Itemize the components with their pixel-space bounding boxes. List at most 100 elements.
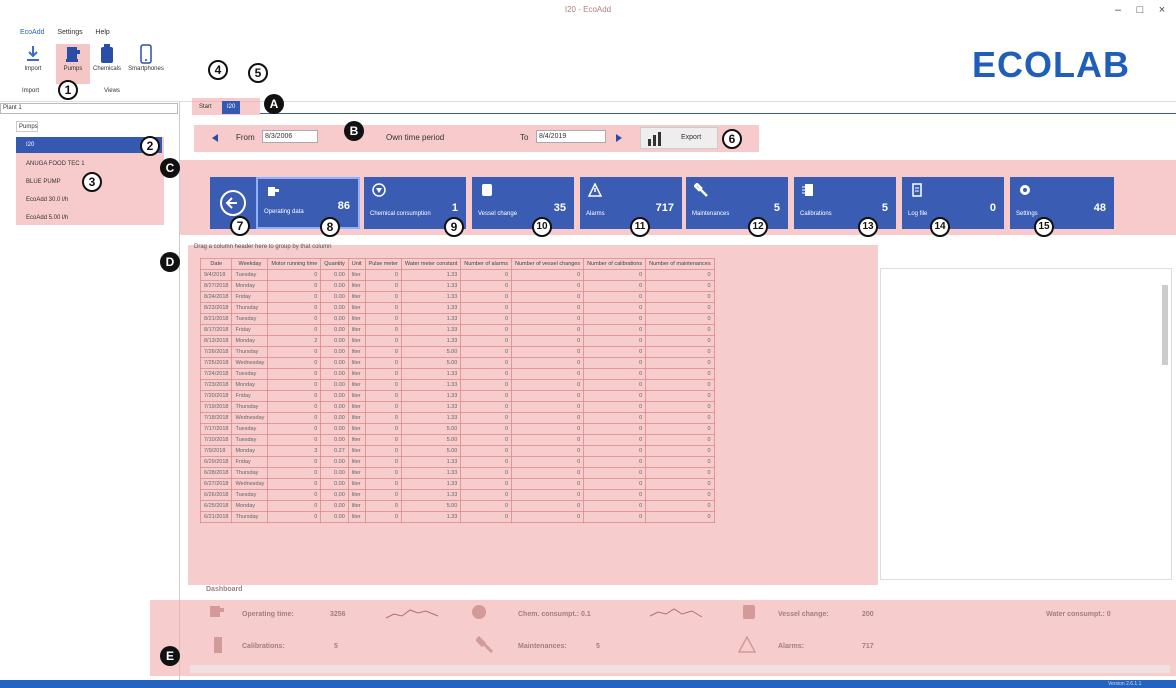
export-button[interactable]: Export: [640, 127, 718, 149]
pump-item[interactable]: ANUGA FOOD TEC 1: [16, 156, 96, 172]
table-cell: 0: [510, 368, 585, 380]
column-header[interactable]: Unit: [347, 258, 366, 270]
callout-7: 7: [230, 216, 250, 236]
column-header[interactable]: Number of alarms: [460, 258, 512, 270]
column-header[interactable]: Quantity: [320, 258, 349, 270]
import-button[interactable]: Import: [16, 44, 50, 84]
pumps-button[interactable]: Pumps: [56, 44, 90, 84]
table-row[interactable]: 7/25/2018 Wednesday 0 0.00 liter 0 5.00 0 0 0 0: [199, 357, 715, 369]
table-cell: 0: [460, 412, 512, 424]
table-cell: 0: [510, 379, 585, 391]
table-cell: 0: [510, 302, 585, 314]
tab-start[interactable]: Start: [194, 101, 217, 114]
maximize-button[interactable]: □: [1130, 4, 1150, 16]
prev-period-icon[interactable]: [210, 133, 220, 143]
table-cell: liter: [347, 434, 366, 446]
pump-icon: [210, 606, 224, 617]
tile-calibrations[interactable]: Calibrations 5: [794, 177, 896, 229]
table-cell: 0: [364, 280, 402, 292]
alarms-value: 717: [862, 643, 874, 650]
table-row[interactable]: 6/26/2018 Tuesday 0 0.00 liter 0 1.33 0 0 0 0: [199, 489, 715, 501]
column-header[interactable]: Pulse meter: [364, 258, 402, 270]
table-cell: Thursday: [231, 401, 269, 413]
horizontal-scrollbar[interactable]: [190, 665, 1170, 673]
table-row[interactable]: 8/27/2018 Monday 0 0.00 liter 0 1.33 0 0 0 0: [199, 280, 715, 292]
table-row[interactable]: 6/27/2018 Wednesday 0 0.00 liter 0 1.33 0 0 0 0: [199, 478, 715, 490]
table-cell: 0: [364, 368, 402, 380]
table-cell: 7/10/2018: [199, 434, 233, 446]
table-row[interactable]: 8/13/2018 Monday 2 0.00 liter 0 1.33 0 0 0 0: [199, 335, 715, 347]
table-cell: 5.00: [400, 445, 462, 457]
table-cell: 0: [460, 335, 512, 347]
smartphones-button[interactable]: Smartphones: [126, 44, 166, 84]
table-row[interactable]: 8/17/2018 Friday 0 0.00 liter 0 1.33 0 0 0 0: [199, 324, 715, 336]
plant-select[interactable]: Plant 1: [0, 103, 178, 114]
table-row[interactable]: 7/17/2018 Tuesday 0 0.00 liter 0 5.00 0 0 0 0: [199, 423, 715, 435]
vessel-change-value: 200: [862, 611, 874, 618]
table-row[interactable]: 6/21/2018 Thursday 0 0.00 liter 0 1.33 0 0 0 0: [199, 511, 715, 523]
table-cell: 5.00: [400, 434, 462, 446]
pump-item[interactable]: EcoAdd 5.00 l/h: [16, 210, 96, 226]
tile-settings[interactable]: Settings 48: [1010, 177, 1114, 229]
table-cell: 0: [645, 302, 715, 314]
group-hint: Drag a column header here to group by th…: [194, 244, 332, 250]
tile-operating-data[interactable]: Operating data 86: [256, 177, 360, 229]
table-row[interactable]: 7/18/2018 Wednesday 0 0.00 liter 0 1.33 0 0 0 0: [199, 412, 715, 424]
minimize-button[interactable]: –: [1108, 4, 1128, 16]
table-cell: 0.00: [320, 346, 349, 358]
column-header[interactable]: Number of calibrations: [583, 258, 647, 270]
table-cell: liter: [347, 511, 366, 523]
tab-pumps[interactable]: Pumps: [16, 121, 38, 132]
table-row[interactable]: 6/25/2018 Monday 0 0.00 liter 0 5.00 0 0 0 0: [199, 500, 715, 512]
from-date-field[interactable]: 8/3/2006: [262, 130, 318, 143]
menu-help[interactable]: Help: [95, 29, 109, 36]
table-cell: 0: [267, 291, 322, 303]
table-cell: 0: [510, 346, 585, 358]
tile-count: 48: [1093, 202, 1106, 214]
canister-icon: [101, 44, 113, 63]
tile-vessel-change[interactable]: Vessel change 35: [472, 177, 574, 229]
column-header[interactable]: Number of vessel changes: [510, 258, 585, 270]
next-period-icon[interactable]: [614, 133, 624, 143]
table-row[interactable]: 7/24/2018 Tuesday 0 0.00 liter 0 1.33 0 0 0 0: [199, 368, 715, 380]
table-row[interactable]: 8/23/2018 Thursday 0 0.00 liter 0 1.33 0 0 0 0: [199, 302, 715, 314]
close-button[interactable]: ×: [1152, 4, 1172, 16]
column-header[interactable]: Number of maintenances: [645, 258, 715, 270]
menu-ecoadd[interactable]: EcoAdd: [20, 29, 45, 36]
table-row[interactable]: 8/24/2018 Friday 0 0.00 liter 0 1.33 0 0 0 0: [199, 291, 715, 303]
table-row[interactable]: 7/26/2018 Thursday 0 0.00 liter 0 5.00 0 0 0 0: [199, 346, 715, 358]
table-row[interactable]: 6/29/2018 Friday 0 0.00 liter 0 1.33 0 0 0 0: [199, 456, 715, 468]
chemicals-button[interactable]: Chemicals: [90, 44, 124, 84]
table-row[interactable]: 7/23/2018 Monday 0 0.00 liter 0 1.33 0 0 0 0: [199, 379, 715, 391]
vessel-change-label: Vessel change:: [778, 611, 829, 618]
tab-i20[interactable]: I20: [222, 101, 241, 114]
tile-maintenances[interactable]: Maintenances 5: [686, 177, 788, 229]
table-row[interactable]: 6/28/2018 Thursday 0 0.00 liter 0 1.33 0 0 0 0: [199, 467, 715, 479]
menu-settings[interactable]: Settings: [57, 29, 82, 36]
table-row[interactable]: 7/10/2018 Tuesday 0 0.00 liter 0 5.00 0 0 0 0: [199, 434, 715, 446]
alarms-label: Alarms:: [778, 643, 805, 650]
callout-3: 3: [82, 172, 102, 192]
column-header[interactable]: Date: [199, 258, 233, 270]
table-row[interactable]: 7/20/2018 Friday 0 0.00 liter 0 1.33 0 0 0 0: [199, 390, 715, 402]
table-row[interactable]: 7/19/2018 Thursday 0 0.00 liter 0 1.33 0 0 0 0: [199, 401, 715, 413]
pump-item[interactable]: EcoAdd 30.0 l/h: [16, 192, 96, 208]
period-label[interactable]: Own time period: [386, 133, 444, 142]
table-cell: 6/29/2018: [199, 456, 233, 468]
column-header[interactable]: Weekday: [231, 258, 269, 270]
to-date-field[interactable]: 8/4/2019: [536, 130, 606, 143]
table-row[interactable]: 8/21/2018 Tuesday 0 0.00 liter 0 1.33 0 0 0 0: [199, 313, 715, 325]
table-cell: 0.27: [320, 445, 349, 457]
table-row[interactable]: 9/4/2018 Tuesday 0 0.00 liter 0 1.33 0 0 0 0: [199, 269, 715, 281]
tile-log-file[interactable]: Log file 0: [902, 177, 1004, 229]
column-header[interactable]: Motor running time: [267, 258, 322, 270]
table-cell: Thursday: [231, 346, 269, 358]
operating-time-label: Operating time:: [242, 611, 294, 618]
table-cell: 0: [510, 423, 585, 435]
column-header[interactable]: Water meter constant: [400, 258, 462, 270]
vertical-scrollbar[interactable]: [1162, 285, 1168, 365]
table-row[interactable]: 7/9/2018 Monday 3 0.27 liter 0 5.00 0 0 0 0: [199, 445, 715, 457]
canister-icon: [482, 184, 492, 196]
pump-icon: [268, 187, 279, 196]
table-cell: 0: [364, 445, 402, 457]
